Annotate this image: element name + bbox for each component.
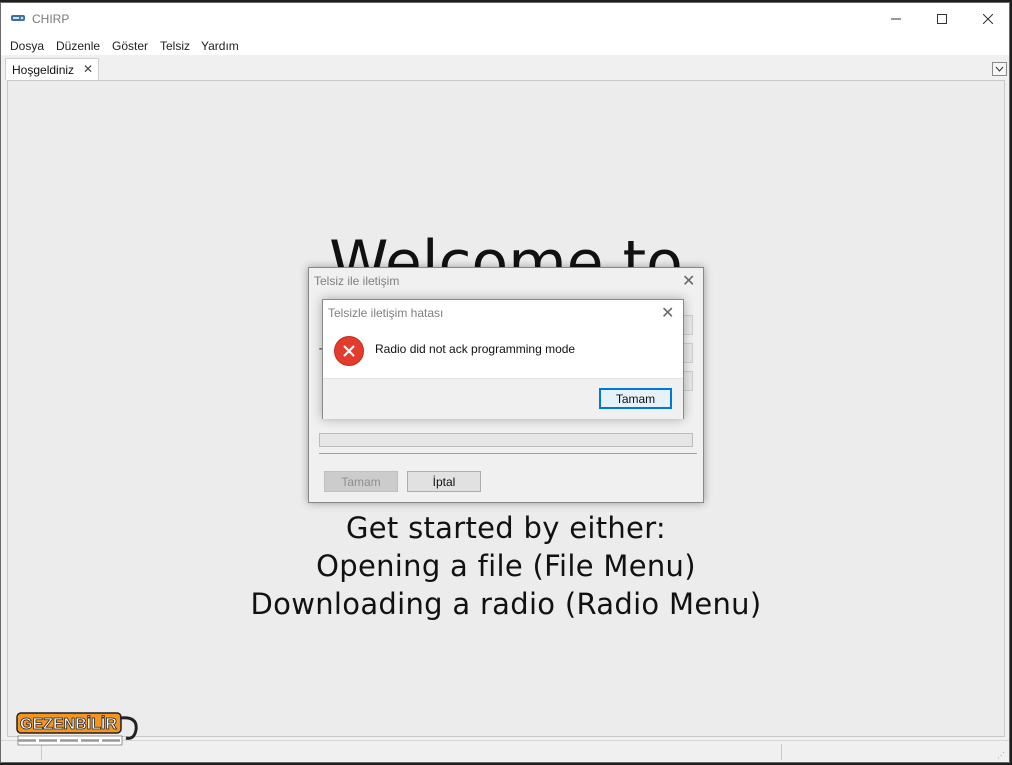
maximize-button[interactable]	[919, 3, 965, 35]
error-dialog-close-icon[interactable]: ✕	[661, 303, 674, 323]
error-x-icon	[343, 345, 355, 357]
radio-app-icon	[11, 15, 25, 21]
dialog-separator	[319, 453, 697, 454]
menu-help[interactable]: Yardım	[201, 39, 239, 53]
welcome-line-2: Opening a file (File Menu)	[316, 549, 696, 583]
svg-text:GEZENBİLİR: GEZENBİLİR	[20, 715, 117, 733]
tab-list-dropdown-button[interactable]	[992, 62, 1007, 76]
minimize-icon	[891, 18, 901, 20]
menu-file[interactable]: Dosya	[10, 39, 44, 53]
progress-bar	[319, 433, 693, 447]
minimize-button[interactable]	[873, 3, 919, 35]
tab-welcome-label: Hoşgeldiniz	[12, 63, 75, 77]
tab-close-icon[interactable]: ✕	[83, 62, 93, 76]
error-message: Radio did not ack programming mode	[375, 342, 576, 356]
welcome-line-1: Get started by either:	[346, 511, 666, 545]
dropdown-edge	[683, 343, 693, 363]
ok-button-disabled: Tamam	[324, 471, 398, 492]
error-dialog-footer: Tamam	[323, 378, 683, 419]
chevron-down-icon	[995, 66, 1004, 72]
status-bar: ⋰	[1, 740, 1009, 762]
menu-bar: Dosya Düzenle Göster Telsiz Yardım	[1, 35, 1009, 55]
dropdown-edge	[683, 371, 693, 391]
gezenbilir-logo: GEZENBİLİR	[16, 712, 138, 746]
menu-radio[interactable]: Telsiz	[160, 39, 190, 53]
error-ok-button[interactable]: Tamam	[599, 388, 672, 409]
cancel-button[interactable]: İptal	[407, 471, 481, 492]
resize-grip-icon[interactable]: ⋰	[997, 751, 1005, 760]
communication-error-dialog: Telsizle iletişim hatası ✕ Radio did not…	[322, 299, 684, 419]
maximize-icon	[937, 14, 947, 24]
menu-view[interactable]: Göster	[112, 39, 148, 53]
dialog-title: Telsiz ile iletişim	[314, 274, 400, 288]
title-bar: CHIRP	[1, 3, 1009, 35]
close-button[interactable]	[965, 3, 1009, 35]
error-icon	[334, 336, 364, 366]
menu-edit[interactable]: Düzenle	[56, 39, 100, 53]
welcome-line-3: Downloading a radio (Radio Menu)	[250, 587, 762, 621]
window-title: CHIRP	[32, 12, 70, 26]
tab-welcome[interactable]: Hoşgeldiniz ✕	[5, 58, 99, 80]
dropdown-edge	[683, 315, 693, 335]
status-divider	[781, 744, 782, 760]
error-dialog-title: Telsizle iletişim hatası	[328, 306, 444, 320]
dialog-close-icon[interactable]: ✕	[682, 271, 695, 291]
tab-strip: Hoşgeldiniz ✕	[1, 56, 1009, 80]
close-icon	[983, 14, 993, 24]
